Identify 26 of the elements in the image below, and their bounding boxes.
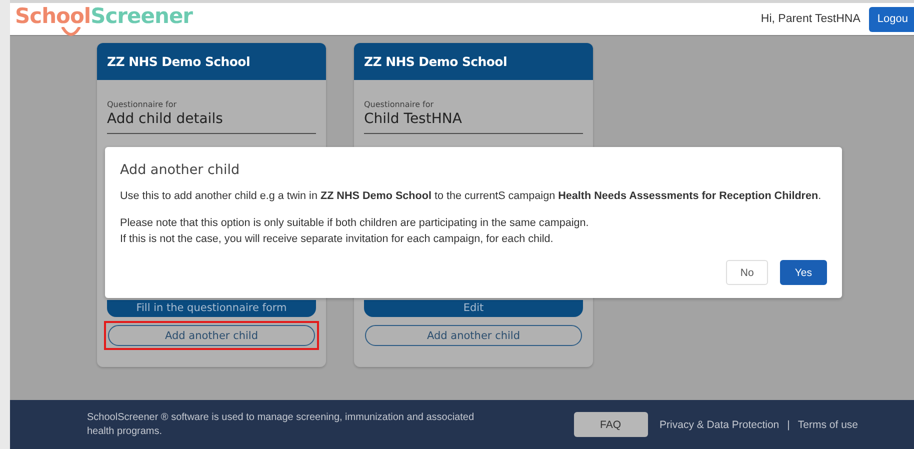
add-child-button[interactable]: Add another child: [108, 325, 315, 346]
cancel-button[interactable]: No: [726, 260, 768, 285]
caption-text: Questionnaire for: [364, 100, 435, 109]
dialog-text: Use this to add another child e.g a twin in ZZ NHS Demo School to the currentS campaign Health Needs Assessments for Reception Children.: [120, 189, 822, 204]
primary-button[interactable]: Edit: [364, 300, 583, 317]
footer-link[interactable]: Privacy & Data Protection: [660, 418, 780, 430]
add-child-button[interactable]: Add another child: [365, 325, 582, 346]
footer-text: SchoolScreener ® software is used to manage screening, immunization and associated health programs.: [87, 410, 476, 438]
logout-button[interactable]: Logou: [869, 6, 914, 32]
confirm-button[interactable]: Yes: [780, 260, 827, 285]
dialog-title: Add another child: [120, 162, 241, 178]
footer-link[interactable]: Terms of use: [798, 418, 858, 430]
school-name: ZZ NHS Demo School: [354, 43, 593, 80]
school-name: ZZ NHS Demo School: [97, 43, 326, 80]
smile-icon: [61, 27, 81, 36]
child-name: Add child details: [107, 111, 316, 134]
caption-text: Questionnaire for: [107, 100, 178, 109]
child-name: Child TestHNA: [364, 111, 583, 134]
separator-text: |: [787, 418, 790, 430]
faq-button[interactable]: FAQ: [574, 412, 648, 437]
logo-text: School: [15, 4, 91, 28]
dialog-text: If this is not the case, you will receive separate invitation for each campaign, for each child.: [120, 232, 554, 247]
logo-text: Screener: [90, 4, 193, 28]
primary-button[interactable]: Fill in the questionnaire form: [107, 300, 316, 317]
greeting-text: Hi, Parent TestHNA: [760, 13, 860, 25]
dialog-text: Please note that this option is only suitable if both children are participating in the same campaign.: [120, 216, 590, 231]
